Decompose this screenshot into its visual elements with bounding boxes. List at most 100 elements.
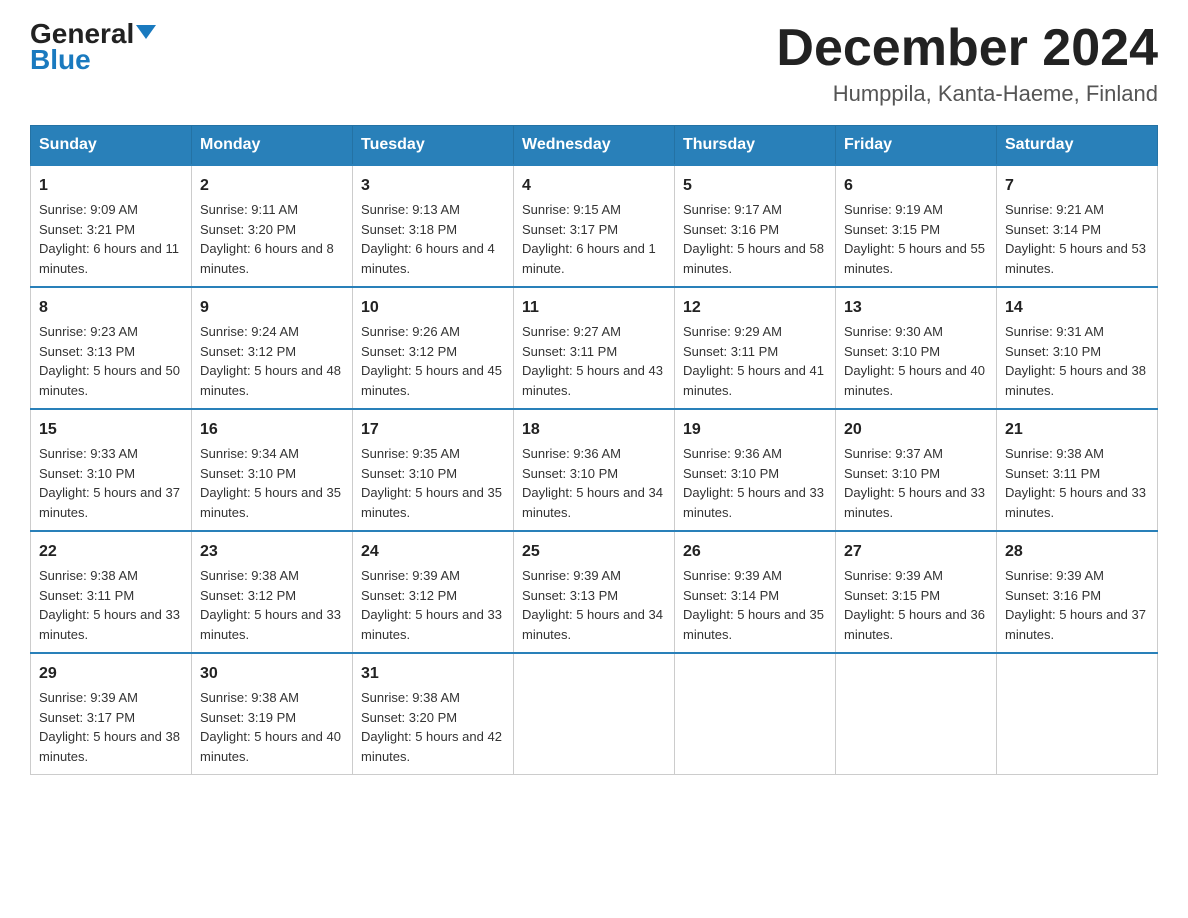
day-daylight: Daylight: 6 hours and 8 minutes. — [200, 241, 334, 276]
day-sunset: Sunset: 3:14 PM — [683, 588, 779, 603]
table-row: 16 Sunrise: 9:34 AM Sunset: 3:10 PM Dayl… — [192, 409, 353, 531]
col-wednesday: Wednesday — [514, 126, 675, 166]
day-number: 28 — [1005, 540, 1149, 564]
day-daylight: Daylight: 5 hours and 45 minutes. — [361, 363, 502, 398]
table-row: 9 Sunrise: 9:24 AM Sunset: 3:12 PM Dayli… — [192, 287, 353, 409]
table-row: 10 Sunrise: 9:26 AM Sunset: 3:12 PM Dayl… — [353, 287, 514, 409]
day-number: 29 — [39, 662, 183, 686]
day-sunrise: Sunrise: 9:35 AM — [361, 446, 460, 461]
col-saturday: Saturday — [997, 126, 1158, 166]
day-daylight: Daylight: 5 hours and 35 minutes. — [200, 485, 341, 520]
day-number: 21 — [1005, 418, 1149, 442]
day-sunrise: Sunrise: 9:24 AM — [200, 324, 299, 339]
day-sunrise: Sunrise: 9:36 AM — [522, 446, 621, 461]
day-sunrise: Sunrise: 9:39 AM — [1005, 568, 1104, 583]
day-sunrise: Sunrise: 9:21 AM — [1005, 202, 1104, 217]
day-daylight: Daylight: 5 hours and 33 minutes. — [844, 485, 985, 520]
day-number: 17 — [361, 418, 505, 442]
day-sunrise: Sunrise: 9:17 AM — [683, 202, 782, 217]
col-thursday: Thursday — [675, 126, 836, 166]
day-sunset: Sunset: 3:10 PM — [844, 344, 940, 359]
day-daylight: Daylight: 5 hours and 33 minutes. — [683, 485, 824, 520]
day-sunset: Sunset: 3:12 PM — [361, 344, 457, 359]
table-row: 4 Sunrise: 9:15 AM Sunset: 3:17 PM Dayli… — [514, 165, 675, 287]
day-sunrise: Sunrise: 9:15 AM — [522, 202, 621, 217]
day-sunset: Sunset: 3:10 PM — [361, 466, 457, 481]
day-sunset: Sunset: 3:10 PM — [1005, 344, 1101, 359]
calendar-header-row: Sunday Monday Tuesday Wednesday Thursday… — [31, 126, 1158, 166]
day-sunrise: Sunrise: 9:30 AM — [844, 324, 943, 339]
day-number: 30 — [200, 662, 344, 686]
day-daylight: Daylight: 5 hours and 42 minutes. — [361, 729, 502, 764]
day-number: 27 — [844, 540, 988, 564]
day-sunrise: Sunrise: 9:31 AM — [1005, 324, 1104, 339]
day-sunset: Sunset: 3:15 PM — [844, 222, 940, 237]
day-sunrise: Sunrise: 9:39 AM — [522, 568, 621, 583]
day-sunrise: Sunrise: 9:19 AM — [844, 202, 943, 217]
col-sunday: Sunday — [31, 126, 192, 166]
day-daylight: Daylight: 5 hours and 33 minutes. — [361, 607, 502, 642]
location-title: Humppila, Kanta-Haeme, Finland — [776, 81, 1158, 107]
day-number: 31 — [361, 662, 505, 686]
day-daylight: Daylight: 5 hours and 41 minutes. — [683, 363, 824, 398]
table-row: 2 Sunrise: 9:11 AM Sunset: 3:20 PM Dayli… — [192, 165, 353, 287]
day-number: 15 — [39, 418, 183, 442]
day-number: 2 — [200, 174, 344, 198]
day-sunset: Sunset: 3:10 PM — [39, 466, 135, 481]
day-sunrise: Sunrise: 9:11 AM — [200, 202, 298, 217]
day-sunset: Sunset: 3:11 PM — [683, 344, 778, 359]
day-sunrise: Sunrise: 9:36 AM — [683, 446, 782, 461]
day-sunset: Sunset: 3:12 PM — [200, 588, 296, 603]
day-sunrise: Sunrise: 9:27 AM — [522, 324, 621, 339]
day-number: 18 — [522, 418, 666, 442]
calendar-table: Sunday Monday Tuesday Wednesday Thursday… — [30, 125, 1158, 775]
table-row: 30 Sunrise: 9:38 AM Sunset: 3:19 PM Dayl… — [192, 653, 353, 775]
day-sunset: Sunset: 3:20 PM — [361, 710, 457, 725]
table-row: 17 Sunrise: 9:35 AM Sunset: 3:10 PM Dayl… — [353, 409, 514, 531]
day-sunrise: Sunrise: 9:09 AM — [39, 202, 138, 217]
day-sunset: Sunset: 3:14 PM — [1005, 222, 1101, 237]
calendar-week-row: 29 Sunrise: 9:39 AM Sunset: 3:17 PM Dayl… — [31, 653, 1158, 775]
day-daylight: Daylight: 5 hours and 33 minutes. — [1005, 485, 1146, 520]
day-daylight: Daylight: 5 hours and 34 minutes. — [522, 485, 663, 520]
table-row: 12 Sunrise: 9:29 AM Sunset: 3:11 PM Dayl… — [675, 287, 836, 409]
table-row: 5 Sunrise: 9:17 AM Sunset: 3:16 PM Dayli… — [675, 165, 836, 287]
day-number: 24 — [361, 540, 505, 564]
table-row: 23 Sunrise: 9:38 AM Sunset: 3:12 PM Dayl… — [192, 531, 353, 653]
logo-area: General Blue — [30, 20, 156, 76]
day-daylight: Daylight: 5 hours and 33 minutes. — [39, 607, 180, 642]
table-row: 8 Sunrise: 9:23 AM Sunset: 3:13 PM Dayli… — [31, 287, 192, 409]
day-sunset: Sunset: 3:12 PM — [200, 344, 296, 359]
day-sunset: Sunset: 3:11 PM — [522, 344, 617, 359]
table-row: 6 Sunrise: 9:19 AM Sunset: 3:15 PM Dayli… — [836, 165, 997, 287]
col-friday: Friday — [836, 126, 997, 166]
day-daylight: Daylight: 5 hours and 48 minutes. — [200, 363, 341, 398]
day-sunset: Sunset: 3:10 PM — [683, 466, 779, 481]
table-row: 13 Sunrise: 9:30 AM Sunset: 3:10 PM Dayl… — [836, 287, 997, 409]
day-daylight: Daylight: 6 hours and 1 minute. — [522, 241, 656, 276]
day-daylight: Daylight: 5 hours and 40 minutes. — [844, 363, 985, 398]
day-number: 23 — [200, 540, 344, 564]
table-row: 19 Sunrise: 9:36 AM Sunset: 3:10 PM Dayl… — [675, 409, 836, 531]
day-sunset: Sunset: 3:17 PM — [39, 710, 135, 725]
day-number: 1 — [39, 174, 183, 198]
day-number: 20 — [844, 418, 988, 442]
table-row: 22 Sunrise: 9:38 AM Sunset: 3:11 PM Dayl… — [31, 531, 192, 653]
day-sunrise: Sunrise: 9:33 AM — [39, 446, 138, 461]
day-number: 5 — [683, 174, 827, 198]
table-row: 15 Sunrise: 9:33 AM Sunset: 3:10 PM Dayl… — [31, 409, 192, 531]
day-sunset: Sunset: 3:10 PM — [522, 466, 618, 481]
page-header: General Blue December 2024 Humppila, Kan… — [30, 20, 1158, 107]
day-number: 6 — [844, 174, 988, 198]
day-daylight: Daylight: 5 hours and 35 minutes. — [361, 485, 502, 520]
day-sunrise: Sunrise: 9:29 AM — [683, 324, 782, 339]
day-sunrise: Sunrise: 9:38 AM — [200, 568, 299, 583]
day-daylight: Daylight: 5 hours and 50 minutes. — [39, 363, 180, 398]
table-row: 11 Sunrise: 9:27 AM Sunset: 3:11 PM Dayl… — [514, 287, 675, 409]
table-row: 20 Sunrise: 9:37 AM Sunset: 3:10 PM Dayl… — [836, 409, 997, 531]
logo-triangle-icon — [136, 25, 156, 39]
table-row: 31 Sunrise: 9:38 AM Sunset: 3:20 PM Dayl… — [353, 653, 514, 775]
table-row: 26 Sunrise: 9:39 AM Sunset: 3:14 PM Dayl… — [675, 531, 836, 653]
day-daylight: Daylight: 5 hours and 34 minutes. — [522, 607, 663, 642]
table-row — [514, 653, 675, 775]
